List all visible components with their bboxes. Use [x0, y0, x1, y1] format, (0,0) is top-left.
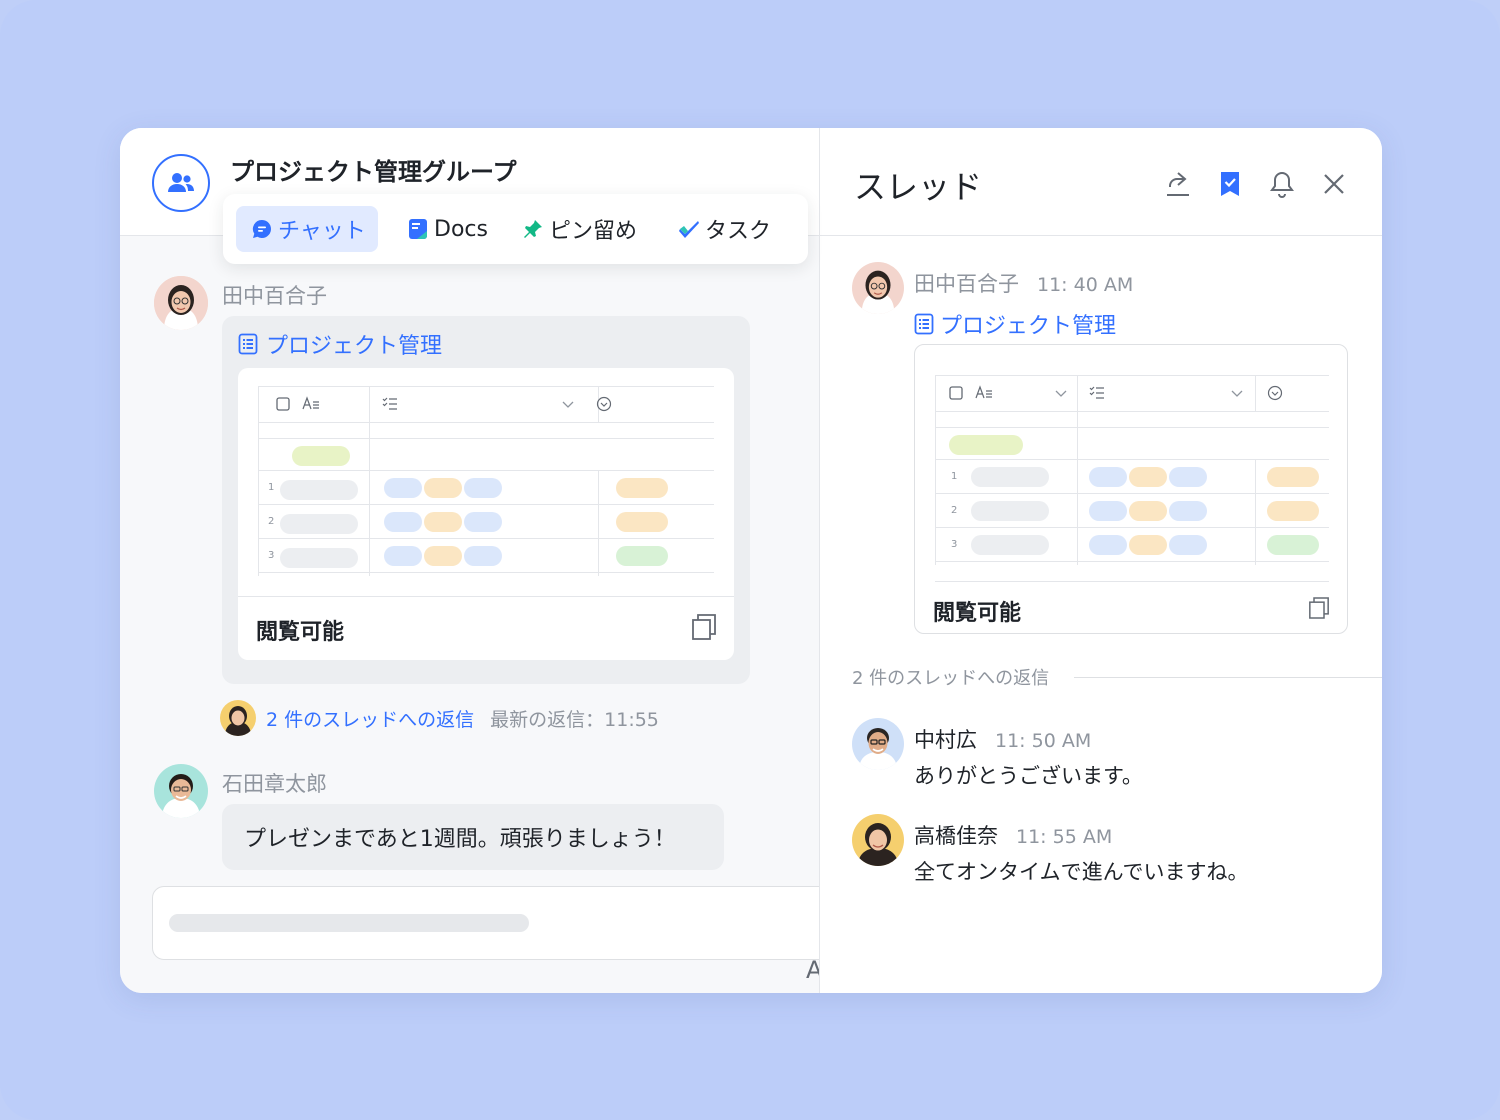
share-icon[interactable] — [1162, 168, 1194, 200]
reply-header: 高橋佳奈 11: 55 AM — [914, 820, 1112, 850]
doc-link[interactable]: プロジェクト管理 — [914, 308, 1116, 340]
avatar-takahashi[interactable] — [852, 814, 904, 866]
sender-name: 石田章太郎 — [222, 772, 327, 796]
sender-name: 高橋佳奈 — [914, 824, 998, 848]
bookmark-icon[interactable] — [1214, 168, 1246, 200]
text-field-icon — [975, 385, 992, 399]
thread-title: スレッド — [854, 168, 983, 206]
sender-name: 中村広 — [914, 728, 977, 752]
chevron-down-icon — [1055, 390, 1067, 397]
doc-list-icon — [238, 333, 258, 355]
message-time: 11: 55 AM — [1016, 826, 1113, 848]
message-bubble[interactable]: プレゼンまであと1週間。頑張りましょう！ — [222, 804, 724, 870]
page-background: プロジェクト管理グループ チャット Docs ピン留め タスク 田中百合子 プロ… — [0, 0, 1500, 1120]
sender-name: 田中百合子 — [222, 284, 327, 308]
avatar-ishida[interactable] — [154, 764, 208, 818]
thread-summary[interactable]: 2 件のスレッドへの返信 最新の返信：11:55 — [220, 698, 659, 738]
avatar-nakamura[interactable] — [852, 718, 904, 770]
group-icon — [168, 173, 194, 192]
doc-link[interactable]: プロジェクト管理 — [238, 328, 442, 360]
chevron-down-icon — [1231, 390, 1243, 397]
checkbox-icon — [949, 386, 963, 400]
replies-divider-label: 2 件のスレッドへの返信 — [852, 668, 1050, 689]
chat-tabbar: チャット Docs ピン留め タスク — [223, 194, 808, 264]
pin-icon — [521, 217, 545, 241]
chat-bubble-icon — [250, 217, 274, 241]
thread-root-header: 田中百合子 11: 40 AM — [914, 268, 1133, 298]
bell-icon[interactable] — [1266, 168, 1298, 200]
tab-pinned-label: ピン留め — [549, 219, 638, 244]
task-check-icon — [677, 217, 701, 241]
message-time: 11: 50 AM — [995, 730, 1092, 752]
doc-preview-card[interactable]: 1 2 3 閲覧可能 — [914, 344, 1348, 634]
tab-tasks-label: タスク — [705, 219, 772, 244]
avatar-tanaka[interactable] — [154, 276, 208, 330]
copy-icon[interactable] — [692, 614, 716, 640]
checkbox-icon — [276, 397, 290, 411]
message-input[interactable] — [152, 886, 852, 960]
tab-docs-label: Docs — [434, 216, 488, 242]
sheet-preview: 1 2 3 — [258, 386, 714, 576]
replies-divider — [1074, 677, 1382, 678]
latest-reply-time: 最新の返信：11:55 — [490, 708, 659, 731]
reply-text: 全てオンタイムで進んでいますね。 — [914, 860, 1249, 884]
chat-panel: プロジェクト管理グループ チャット Docs ピン留め タスク 田中百合子 プロ… — [120, 128, 852, 993]
list-field-icon — [382, 397, 397, 410]
thread-header: スレッド — [820, 128, 1382, 236]
doc-list-icon — [914, 313, 934, 335]
tab-tasks[interactable]: タスク — [663, 206, 783, 252]
tab-pinned[interactable]: ピン留め — [507, 206, 649, 252]
sender-name: 田中百合子 — [914, 272, 1019, 296]
sheet-preview: 1 2 3 — [935, 375, 1329, 565]
permission-label: 閲覧可能 — [933, 601, 1022, 626]
reply-header: 中村広 11: 50 AM — [914, 724, 1091, 754]
tab-chat-label: チャット — [278, 219, 366, 244]
group-title: プロジェクト管理グループ — [230, 158, 517, 186]
thread-panel: スレッド 田中百合子 11: 40 AM プロジェクト管理 1 2 3 閲覧可能… — [819, 128, 1382, 993]
status-field-icon — [1267, 385, 1283, 401]
chevron-down-icon — [562, 401, 574, 408]
doc-message-bubble[interactable]: プロジェクト管理 1 2 3 閲覧可能 — [222, 316, 750, 684]
input-placeholder — [169, 914, 529, 932]
permission-label: 閲覧可能 — [256, 620, 345, 645]
avatar-tanaka[interactable] — [852, 262, 904, 314]
group-avatar[interactable] — [152, 154, 210, 212]
doc-title: プロジェクト管理 — [940, 314, 1117, 339]
app-window: プロジェクト管理グループ チャット Docs ピン留め タスク 田中百合子 プロ… — [120, 128, 1382, 993]
reply-text: ありがとうございます。 — [914, 764, 1143, 788]
message-text: プレゼンまであと1週間。頑張りましょう！ — [244, 827, 676, 852]
message-time: 11: 40 AM — [1037, 274, 1134, 296]
list-field-icon — [1089, 386, 1104, 399]
copy-icon[interactable] — [1309, 597, 1329, 619]
close-icon[interactable] — [1318, 168, 1350, 200]
doc-title: プロジェクト管理 — [266, 334, 443, 359]
text-field-icon — [302, 396, 319, 410]
tab-docs[interactable]: Docs — [392, 206, 500, 252]
status-field-icon — [596, 396, 612, 412]
docs-icon — [406, 217, 430, 241]
tab-chat[interactable]: チャット — [236, 206, 378, 252]
thread-reply-link[interactable]: 2 件のスレッドへの返信 — [266, 705, 474, 732]
doc-preview-card[interactable]: 1 2 3 閲覧可能 — [238, 368, 734, 660]
thread-reply-avatar — [220, 700, 256, 736]
